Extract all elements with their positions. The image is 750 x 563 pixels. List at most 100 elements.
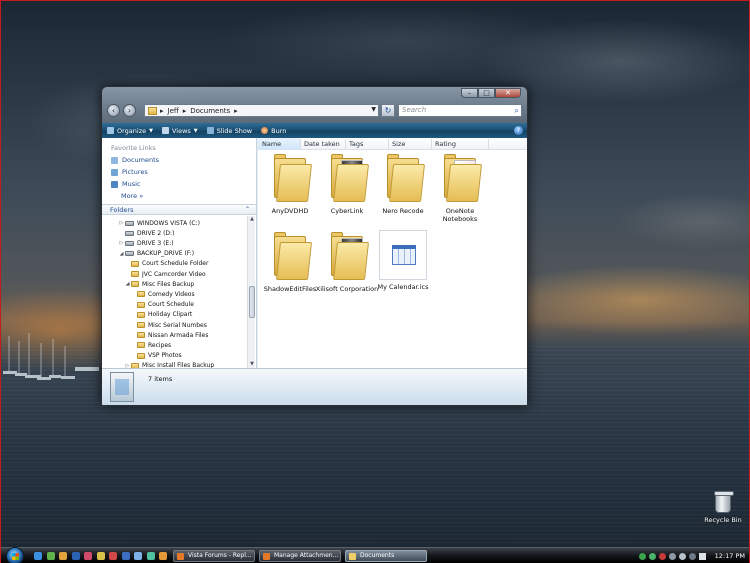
taskbar-button-vista-forums[interactable]: Vista Forums - Repl... — [173, 550, 255, 562]
tree-item[interactable]: Court Schedule Folder — [124, 259, 208, 269]
quick-launch-app-icon[interactable] — [71, 552, 80, 560]
address-bar[interactable]: ▸ Jeff ▸ Documents ▸ ▼ — [144, 104, 379, 117]
tree-item[interactable]: VSP Photos — [130, 351, 182, 361]
folder-icon — [137, 311, 145, 318]
tree-item[interactable]: Court Schedule — [130, 300, 194, 310]
tree-item[interactable]: Misc Serial Numbes — [130, 320, 207, 330]
security-icon[interactable] — [658, 552, 666, 560]
views-label: Views — [171, 126, 191, 135]
column-divider[interactable] — [431, 139, 432, 149]
address-separator: ▸ — [234, 106, 238, 115]
expand-arrow-icon[interactable]: ▷ — [118, 220, 125, 226]
volume-icon[interactable] — [698, 552, 706, 560]
expand-arrow-icon[interactable]: ▷ — [118, 240, 125, 246]
quick-launch-app-icon[interactable] — [121, 552, 130, 560]
battery-icon[interactable] — [678, 552, 686, 560]
folder-item[interactable]: CyberLink — [315, 152, 379, 215]
explorer-window: – □ ✕ ‹ › ▸ Jeff ▸ Documents ▸ ▼ ↻ Searc… — [101, 86, 528, 406]
scroll-down-arrow-icon[interactable]: ▼ — [248, 361, 256, 368]
documents-icon — [111, 156, 118, 164]
breadcrumb-documents[interactable]: Documents — [190, 107, 230, 115]
close-button[interactable]: ✕ — [495, 88, 521, 98]
minimize-button[interactable]: – — [461, 88, 478, 98]
expand-arrow-icon[interactable]: ◢ — [124, 281, 131, 287]
chevron-up-icon: ⌃ — [244, 206, 250, 213]
organize-button[interactable]: Organize ▼ — [107, 127, 153, 135]
back-button[interactable]: ‹ — [107, 104, 120, 117]
scroll-up-arrow-icon[interactable]: ▲ — [248, 216, 256, 223]
expand-arrow-icon[interactable]: ◢ — [118, 251, 125, 257]
more-links-button[interactable]: More » — [121, 192, 143, 200]
display-icon[interactable] — [688, 552, 696, 560]
chevron-down-icon[interactable]: ▼ — [371, 106, 376, 113]
organize-label: Organize — [117, 126, 147, 135]
taskbar: Vista Forums - Repl... Manage Attachmen.… — [1, 547, 749, 563]
forward-button[interactable]: › — [123, 104, 136, 117]
quick-launch-app-icon[interactable] — [59, 552, 67, 560]
column-header-date-taken[interactable]: Date taken — [304, 140, 340, 148]
item-label: OneNote Notebooks — [442, 207, 478, 223]
tree-item[interactable]: Comedy Videos — [130, 289, 195, 299]
breadcrumb-jeff[interactable]: Jeff — [168, 107, 179, 115]
refresh-button[interactable]: ↻ — [381, 104, 395, 117]
folders-header[interactable]: Folders ⌃ — [102, 204, 256, 215]
tree-item[interactable]: ▷ WINDOWS VISTA (C:) — [118, 218, 200, 228]
folder-item[interactable]: AnyDVDHD — [258, 152, 322, 215]
maximize-button[interactable]: □ — [478, 88, 495, 98]
recycle-bin-desktop-icon[interactable]: Recycle Bin — [703, 491, 743, 524]
search-input[interactable]: Search ⌕ — [398, 104, 522, 117]
start-button[interactable] — [6, 547, 24, 563]
taskbar-button-label: Manage Attachmen... — [274, 552, 339, 559]
favorite-link-pictures[interactable]: Pictures — [111, 168, 148, 176]
quick-launch-app-icon[interactable] — [159, 552, 167, 560]
quick-launch-app-icon[interactable] — [146, 552, 155, 560]
tree-item-label: Comedy Videos — [148, 290, 195, 298]
folder-item[interactable]: Xilisoft Corporation — [315, 230, 379, 293]
column-header-rating[interactable]: Rating — [435, 140, 456, 148]
file-item[interactable]: My Calendar.ics — [371, 230, 435, 291]
quick-launch-app-icon[interactable] — [134, 552, 142, 560]
tree-item[interactable]: Nissan Armada Files — [130, 330, 208, 340]
taskbar-clock[interactable]: 12:17 PM — [715, 552, 745, 560]
tree-item-label: Court Schedule — [148, 301, 194, 309]
scrollbar-thumb[interactable] — [249, 286, 255, 318]
column-header-tags[interactable]: Tags — [349, 140, 363, 148]
tree-item[interactable]: ▷ DRIVE 3 (E:) — [118, 238, 174, 248]
column-header-size[interactable]: Size — [392, 140, 405, 148]
slideshow-button[interactable]: Slide Show — [206, 126, 253, 135]
favorite-link-documents[interactable]: Documents — [111, 156, 159, 164]
burn-button[interactable]: Burn — [261, 127, 286, 135]
tree-item[interactable]: DRIVE 2 (D:) — [118, 228, 174, 238]
quick-launch-app-icon[interactable] — [84, 552, 92, 560]
search-placeholder: Search — [402, 106, 427, 114]
folder-icon — [137, 322, 145, 328]
tree-item[interactable]: JVC Camcorder Video — [124, 269, 206, 279]
views-button[interactable]: Views ▼ — [161, 126, 198, 135]
column-divider[interactable] — [345, 139, 346, 149]
tree-item[interactable]: Recipes — [130, 340, 171, 350]
quick-launch-app-icon[interactable] — [34, 552, 42, 560]
search-icon[interactable]: ⌕ — [515, 105, 519, 116]
column-divider[interactable] — [488, 139, 489, 149]
taskbar-button-documents[interactable]: Documents — [345, 550, 427, 562]
folder-item[interactable]: ShadowEditFiles — [258, 230, 322, 293]
quick-launch-app-icon[interactable] — [109, 552, 117, 560]
help-icon[interactable]: ? — [514, 126, 523, 135]
tree-item[interactable]: Holiday Clipart — [130, 310, 192, 320]
favorite-link-music[interactable]: Music — [111, 180, 141, 188]
column-header-name[interactable]: Name — [262, 140, 281, 148]
folder-item[interactable]: Nero Recode — [371, 152, 435, 215]
tree-item[interactable]: ◢ BACKUP_DRIVE (F:) — [118, 249, 195, 259]
slideshow-label: Slide Show — [216, 126, 253, 135]
sync-icon[interactable] — [648, 552, 656, 560]
network-icon[interactable] — [638, 552, 646, 560]
folder-item[interactable]: OneNote Notebooks — [428, 152, 492, 223]
quick-launch-app-icon[interactable] — [46, 552, 55, 560]
device-icon[interactable] — [668, 552, 676, 560]
quick-launch-app-icon[interactable] — [96, 552, 105, 560]
taskbar-button-manage-attachments[interactable]: Manage Attachmen... — [259, 550, 341, 562]
folder-tree-scrollbar[interactable]: ▲ ▼ — [247, 216, 255, 368]
column-divider[interactable] — [388, 139, 389, 149]
column-divider[interactable] — [300, 139, 301, 149]
tree-item[interactable]: ◢ Misc Files Backup — [124, 279, 195, 289]
